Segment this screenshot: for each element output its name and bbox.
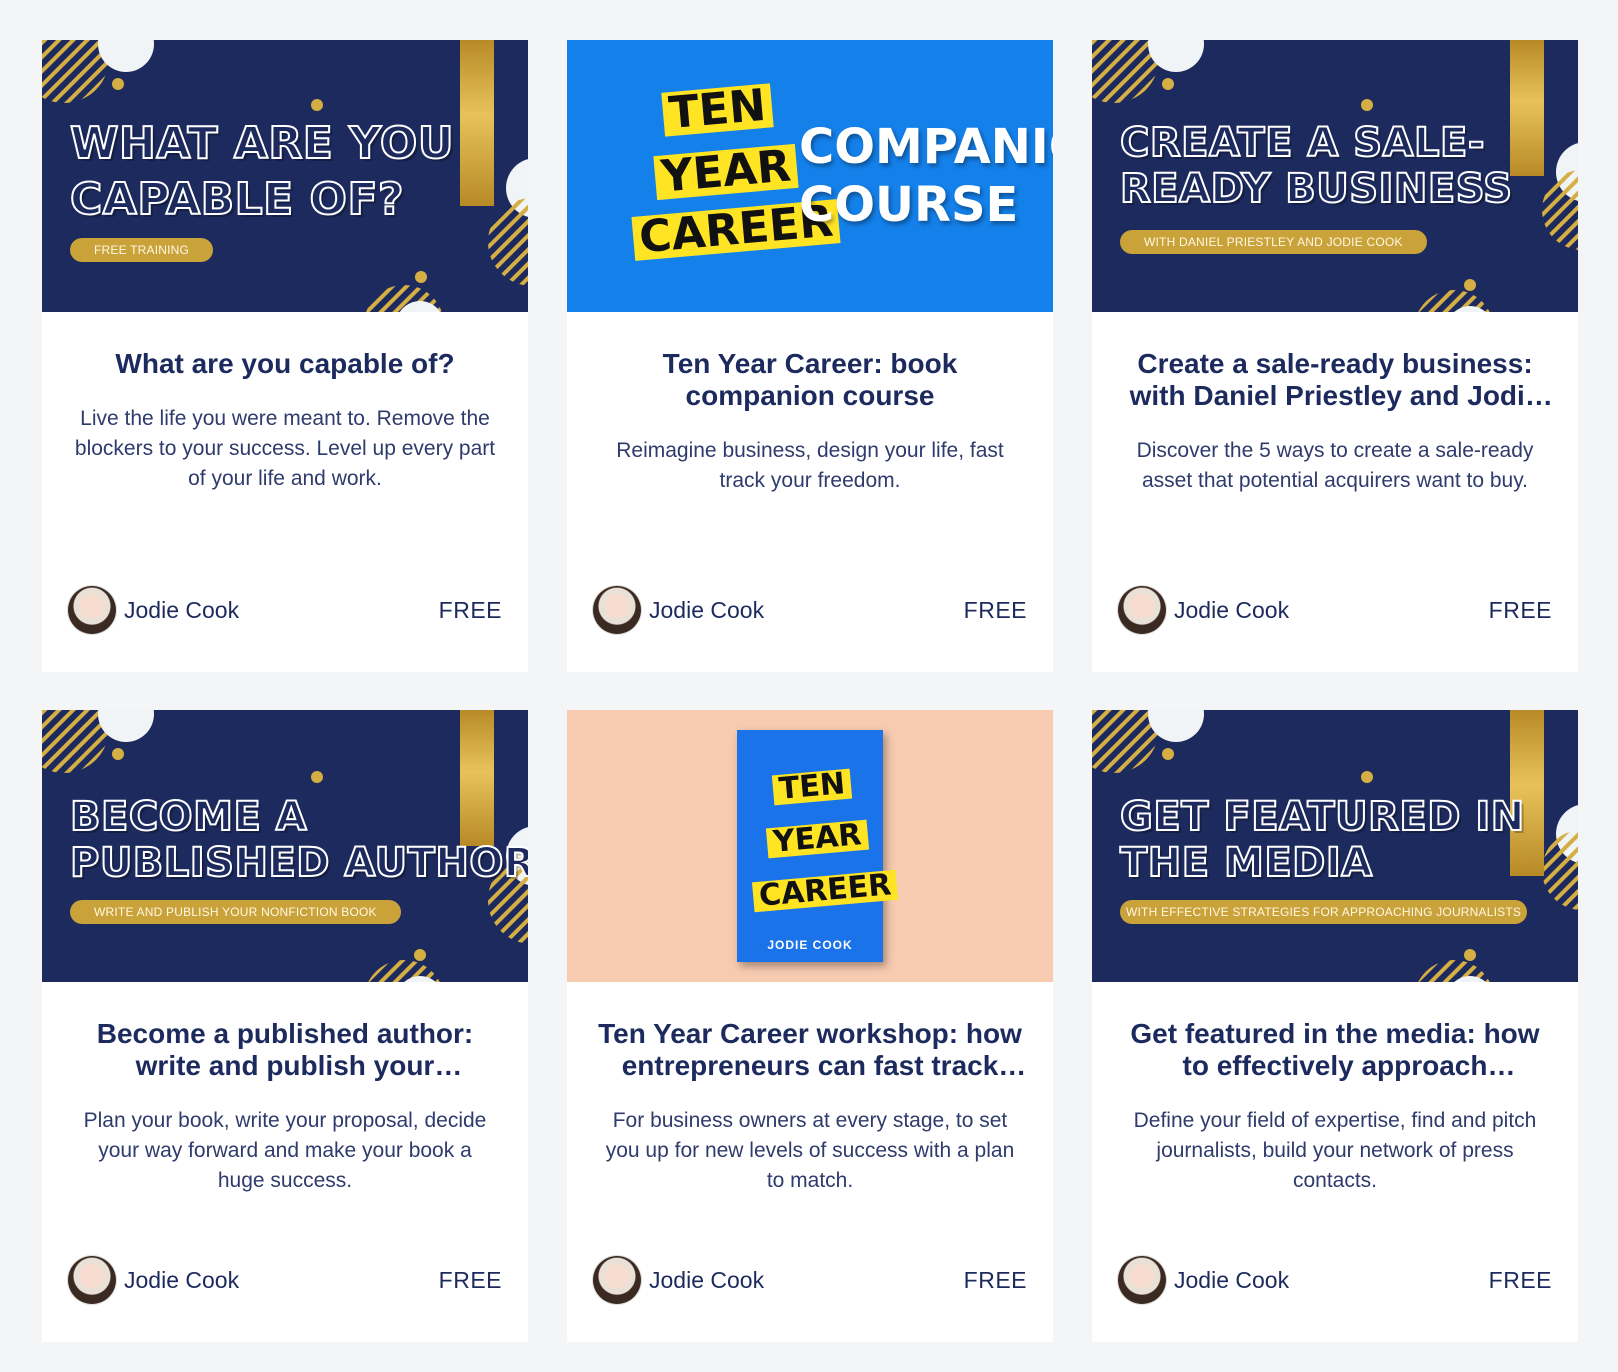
card-footer: Jodie Cook FREE bbox=[1118, 586, 1552, 634]
course-banner: TEN YEAR CAREER JODIE COOK bbox=[567, 710, 1053, 982]
author-name: Jodie Cook bbox=[124, 596, 240, 623]
banner-headline: CAPABLE OF? bbox=[69, 173, 405, 226]
course-title[interactable]: Get featured in the media: how to effect… bbox=[1116, 1018, 1554, 1082]
card-footer: Jodie Cook FREE bbox=[593, 1256, 1027, 1304]
course-banner: BECOME A PUBLISHED AUTHOR WRITE AND PUBL… bbox=[42, 710, 528, 982]
course-description: Reimagine business, design your life, fa… bbox=[616, 439, 1004, 492]
course-description: Discover the 5 ways to create a sale-rea… bbox=[1136, 439, 1534, 492]
course-title[interactable]: Create a sale-ready business: with Danie… bbox=[1116, 348, 1554, 412]
banner-headline: THE MEDIA bbox=[1119, 839, 1373, 887]
course-description: Define your field of expertise, find and… bbox=[1133, 1109, 1537, 1192]
gold-bar bbox=[1510, 40, 1544, 176]
stack-word: YEAR bbox=[765, 817, 869, 860]
course-title[interactable]: Ten Year Career: book companion course bbox=[591, 348, 1029, 412]
course-card-sale-ready[interactable]: CREATE A SALE- READY BUSINESS WITH DANIE… bbox=[1092, 40, 1578, 672]
banner-headline: PUBLISHED AUTHOR bbox=[69, 839, 528, 887]
author-name: Jodie Cook bbox=[124, 1266, 240, 1293]
banner-headline: WHAT ARE YOU bbox=[69, 117, 455, 170]
course-description: Plan your book, write your proposal, dec… bbox=[83, 1109, 487, 1192]
author: Jodie Cook bbox=[68, 1256, 239, 1304]
course-title[interactable]: Ten Year Career workshop: how entreprene… bbox=[591, 1018, 1029, 1082]
course-card-capable[interactable]: WHAT ARE YOU CAPABLE OF? FREE TRAINING W… bbox=[42, 40, 528, 672]
stack-word: CAREER bbox=[751, 867, 899, 914]
course-banner: WHAT ARE YOU CAPABLE OF? FREE TRAINING bbox=[42, 40, 528, 312]
author-name: Jodie Cook bbox=[1174, 1266, 1290, 1293]
author-name: Jodie Cook bbox=[649, 1266, 765, 1293]
price-label: FREE bbox=[1488, 1266, 1552, 1293]
banner-headline: READY BUSINESS bbox=[1119, 165, 1513, 213]
course-card-featured-media[interactable]: GET FEATURED IN THE MEDIA WITH EFFECTIVE… bbox=[1092, 710, 1578, 1342]
avatar bbox=[68, 1256, 116, 1304]
card-body: Create a sale-ready business: with Danie… bbox=[1092, 348, 1578, 496]
gold-bar bbox=[460, 710, 494, 846]
banner-headline: GET FEATURED IN bbox=[1119, 793, 1525, 841]
author: Jodie Cook bbox=[593, 1256, 764, 1304]
stack-word: TEN bbox=[771, 766, 853, 807]
card-footer: Jodie Cook FREE bbox=[1118, 1256, 1552, 1304]
book-cover: TEN YEAR CAREER JODIE COOK bbox=[737, 730, 899, 962]
banner-headline: BECOME A bbox=[69, 793, 308, 841]
banner-headline: COMPANION COURSE bbox=[799, 118, 1053, 234]
card-body: Ten Year Career workshop: how entreprene… bbox=[567, 1018, 1053, 1196]
banner-tag: WITH DANIEL PRIESTLEY AND JODIE COOK bbox=[1120, 230, 1427, 254]
banner-tag: WITH EFFECTIVE STRATEGIES FOR APPROACHIN… bbox=[1120, 900, 1528, 924]
gold-bar bbox=[1510, 710, 1544, 876]
price-label: FREE bbox=[438, 596, 502, 623]
author: Jodie Cook bbox=[1118, 1256, 1289, 1304]
book-author: JODIE COOK bbox=[767, 938, 853, 952]
course-card-ten-year-workshop[interactable]: TEN YEAR CAREER JODIE COOK Ten Year Care… bbox=[567, 710, 1053, 1342]
card-footer: Jodie Cook FREE bbox=[68, 586, 502, 634]
stack-word: YEAR bbox=[653, 140, 799, 203]
course-card-ten-year-companion[interactable]: TEN YEAR CAREER COMPANION COURSE Ten Yea… bbox=[567, 40, 1053, 672]
course-banner: TEN YEAR CAREER COMPANION COURSE bbox=[567, 40, 1053, 312]
gold-bar bbox=[460, 40, 494, 206]
author: Jodie Cook bbox=[1118, 586, 1289, 634]
stack-word: TEN bbox=[661, 80, 774, 139]
card-body: What are you capable of? Live the life y… bbox=[42, 348, 528, 494]
author-name: Jodie Cook bbox=[1174, 596, 1290, 623]
avatar bbox=[1118, 586, 1166, 634]
banner-headline-line: COMPANION bbox=[799, 119, 1053, 175]
author: Jodie Cook bbox=[593, 586, 764, 634]
banner-headline-line: COURSE bbox=[799, 177, 1019, 233]
card-body: Ten Year Career: book companion course R… bbox=[567, 348, 1053, 496]
course-description: For business owners at every stage, to s… bbox=[605, 1109, 1015, 1192]
course-title[interactable]: Become a published author: write and pub… bbox=[66, 1018, 504, 1082]
price-label: FREE bbox=[963, 1266, 1027, 1293]
author-name: Jodie Cook bbox=[649, 596, 765, 623]
avatar bbox=[593, 586, 641, 634]
price-label: FREE bbox=[1488, 596, 1552, 623]
card-body: Get featured in the media: how to effect… bbox=[1092, 1018, 1578, 1196]
author: Jodie Cook bbox=[68, 586, 239, 634]
course-banner: CREATE A SALE- READY BUSINESS WITH DANIE… bbox=[1092, 40, 1578, 312]
banner-tag: FREE TRAINING bbox=[70, 238, 214, 262]
card-body: Become a published author: write and pub… bbox=[42, 1018, 528, 1196]
course-description: Live the life you were meant to. Remove … bbox=[74, 407, 496, 490]
card-footer: Jodie Cook FREE bbox=[68, 1256, 502, 1304]
course-title[interactable]: What are you capable of? bbox=[66, 348, 504, 380]
banner-headline: CREATE A SALE- bbox=[1119, 119, 1485, 167]
course-card-published-author[interactable]: BECOME A PUBLISHED AUTHOR WRITE AND PUBL… bbox=[42, 710, 528, 1342]
price-label: FREE bbox=[963, 596, 1027, 623]
course-grid: WHAT ARE YOU CAPABLE OF? FREE TRAINING W… bbox=[42, 40, 1578, 1342]
avatar bbox=[593, 1256, 641, 1304]
avatar bbox=[1118, 1256, 1166, 1304]
banner-tag: WRITE AND PUBLISH YOUR NONFICTION BOOK bbox=[70, 900, 401, 924]
avatar bbox=[68, 586, 116, 634]
course-banner: GET FEATURED IN THE MEDIA WITH EFFECTIVE… bbox=[1092, 710, 1578, 982]
price-label: FREE bbox=[438, 1266, 502, 1293]
card-footer: Jodie Cook FREE bbox=[593, 586, 1027, 634]
